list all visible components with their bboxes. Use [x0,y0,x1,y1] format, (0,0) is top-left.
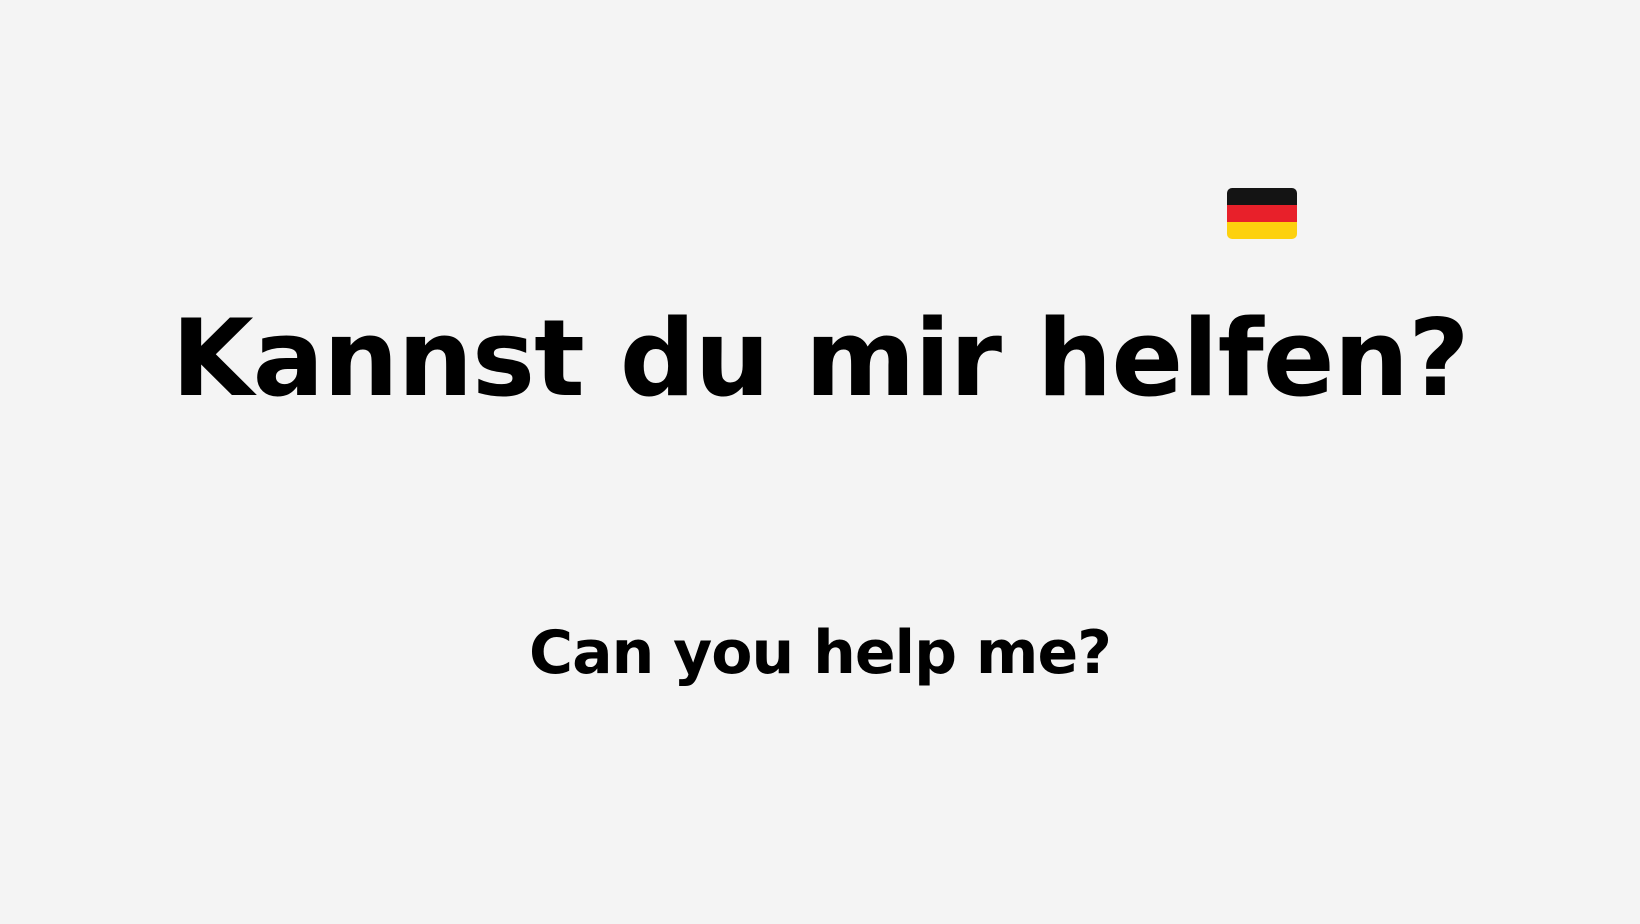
german-phrase: Kannst du mir helfen? [171,297,1469,420]
german-flag-icon [1227,188,1297,239]
flag-stripe-red [1227,205,1297,222]
flag-stripe-gold [1227,222,1297,239]
english-translation: Can you help me? [529,618,1112,688]
flag-stripe-black [1227,188,1297,205]
